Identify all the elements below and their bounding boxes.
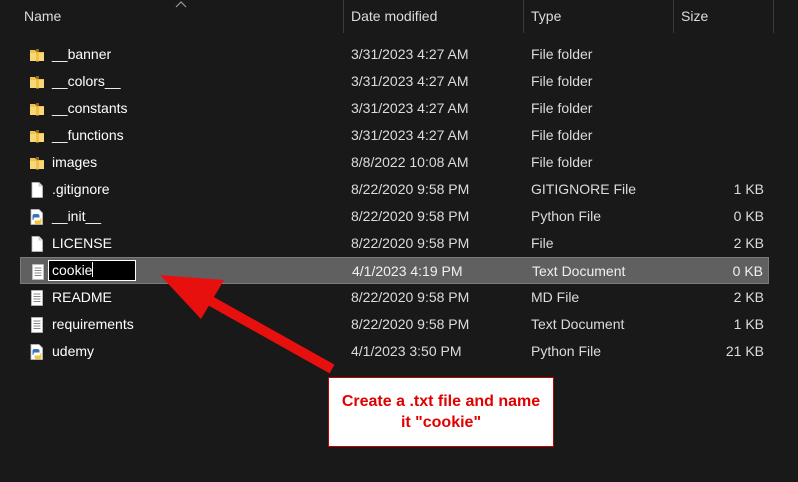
annotation-callout-text: Create a .txt file and name it "cookie" — [341, 393, 541, 431]
rename-input[interactable]: cookie — [48, 260, 136, 281]
annotation-callout: Create a .txt file and name it "cookie" — [328, 377, 554, 447]
column-header-date-modified[interactable]: Date modified — [351, 0, 437, 33]
file-type: File folder — [531, 73, 593, 89]
file-date-modified: 8/8/2022 10:08 AM — [351, 154, 469, 170]
column-header-bar: Name Date modified Type Size — [0, 0, 798, 33]
file-size: 0 KB — [733, 208, 764, 224]
text-file-icon — [28, 289, 46, 307]
file-name: __constants — [52, 100, 128, 116]
column-header-size[interactable]: Size — [681, 0, 708, 33]
file-type: File folder — [531, 127, 593, 143]
file-row[interactable]: requirements 8/22/2020 9:58 PM Text Docume… — [20, 311, 769, 338]
file-row[interactable]: .gitignore 8/22/2020 9:58 PM GITIGNORE Fil… — [20, 176, 769, 203]
file-row[interactable]: __constants 3/31/2023 4:27 AM File folder — [20, 95, 769, 122]
file-name: __init__ — [52, 208, 102, 224]
file-row[interactable]: cookie 4/1/2023 4:19 PM Text Document 0 KB — [20, 257, 769, 284]
file-size: 0 KB — [732, 263, 763, 279]
python-file-icon — [28, 343, 46, 361]
file-date-modified: 3/31/2023 4:27 AM — [351, 100, 469, 116]
file-date-modified: 4/1/2023 3:50 PM — [351, 343, 462, 359]
rename-input-text: cookie — [52, 262, 93, 278]
file-row[interactable]: images 8/8/2022 10:08 AM File folder — [20, 149, 769, 176]
file-date-modified: 8/22/2020 9:58 PM — [351, 235, 470, 251]
file-name: __functions — [52, 127, 124, 143]
file-date-modified: 8/22/2020 9:58 PM — [351, 208, 470, 224]
text-file-icon — [29, 263, 47, 281]
file-row[interactable]: README 8/22/2020 9:58 PM MD File 2 KB — [20, 284, 769, 311]
file-name: .gitignore — [52, 181, 110, 197]
file-date-modified: 3/31/2023 4:27 AM — [351, 46, 469, 62]
file-name: __banner — [52, 46, 112, 62]
file-row[interactable]: __init__ 8/22/2020 9:58 PM Python File 0 KB — [20, 203, 769, 230]
column-divider[interactable] — [523, 0, 524, 33]
file-date-modified: 8/22/2020 9:58 PM — [351, 181, 470, 197]
file-row[interactable]: __banner 3/31/2023 4:27 AM File folder — [20, 41, 769, 68]
column-divider[interactable] — [343, 0, 344, 33]
column-divider[interactable] — [773, 0, 774, 33]
file-type: Text Document — [531, 316, 625, 332]
python-file-icon — [28, 208, 46, 226]
file-row[interactable]: __functions 3/31/2023 4:27 AM File folder — [20, 122, 769, 149]
column-header-name[interactable]: Name — [24, 0, 61, 33]
file-type: File folder — [531, 154, 593, 170]
file-name: requirements — [52, 316, 134, 332]
file-size: 1 KB — [733, 316, 764, 332]
file-size: 2 KB — [733, 289, 764, 305]
folder-icon — [28, 100, 46, 118]
file-date-modified: 8/22/2020 9:58 PM — [351, 316, 470, 332]
file-name: __colors__ — [52, 73, 121, 89]
file-type: File folder — [531, 46, 593, 62]
file-date-modified: 3/31/2023 4:27 AM — [351, 127, 469, 143]
file-name: LICENSE — [52, 235, 112, 251]
text-file-icon — [28, 316, 46, 334]
file-type: File folder — [531, 100, 593, 116]
file-type: Text Document — [532, 263, 626, 279]
blank-file-icon — [28, 181, 46, 199]
column-header-type[interactable]: Type — [531, 0, 561, 33]
file-date-modified: 3/31/2023 4:27 AM — [351, 73, 469, 89]
folder-icon — [28, 73, 46, 91]
file-row[interactable]: udemy 4/1/2023 3:50 PM Python File 21 KB — [20, 338, 769, 365]
file-row[interactable]: __colors__ 3/31/2023 4:27 AM File folder — [20, 68, 769, 95]
folder-icon — [28, 127, 46, 145]
file-row[interactable]: LICENSE 8/22/2020 9:58 PM File 2 KB — [20, 230, 769, 257]
folder-icon — [28, 46, 46, 64]
file-date-modified: 4/1/2023 4:19 PM — [352, 263, 463, 279]
column-divider[interactable] — [673, 0, 674, 33]
file-date-modified: 8/22/2020 9:58 PM — [351, 289, 470, 305]
file-name: images — [52, 154, 98, 170]
file-name: udemy — [52, 343, 95, 359]
folder-icon — [28, 154, 46, 172]
file-size: 21 KB — [725, 343, 764, 359]
file-name: README — [52, 289, 112, 305]
blank-file-icon — [28, 235, 46, 253]
file-type: MD File — [531, 289, 580, 305]
file-type: GITIGNORE File — [531, 181, 637, 197]
text-cursor — [92, 262, 94, 277]
sort-ascending-icon — [175, 1, 187, 8]
file-type: Python File — [531, 343, 602, 359]
file-type: Python File — [531, 208, 602, 224]
file-type: File — [531, 235, 554, 251]
file-size: 1 KB — [733, 181, 764, 197]
file-size: 2 KB — [733, 235, 764, 251]
